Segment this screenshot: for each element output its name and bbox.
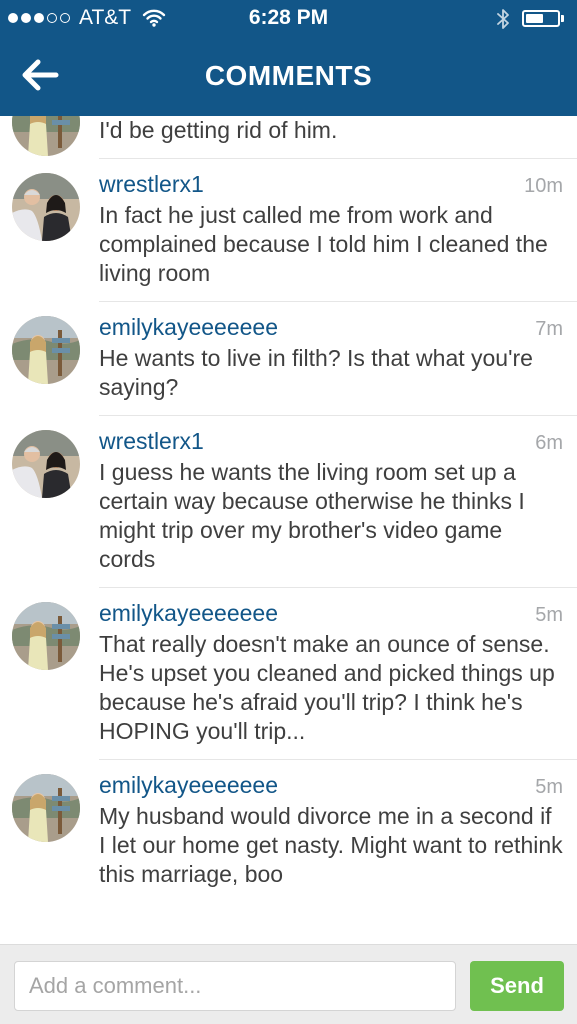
comment-row: I'd be getting rid of him. [0, 116, 577, 159]
avatar[interactable] [12, 430, 80, 498]
comment-row: emilykayeeeeeee 7m He wants to live in fil… [0, 302, 577, 416]
comment-username[interactable]: emilykayeeeeeee [99, 314, 278, 341]
comment-text: I guess he wants the living room set up … [99, 459, 525, 572]
avatar[interactable] [12, 774, 80, 842]
comment-row: emilykayeeeeeee 5m That really doesn't mak… [0, 588, 577, 760]
app-header: AT&T 6:28 PM COMMENTS [0, 0, 577, 116]
comment-header: wrestlerx1 6m [99, 428, 563, 458]
comment-time: 7m [535, 318, 563, 340]
comment-time: 5m [535, 776, 563, 798]
comment-time: 6m [535, 432, 563, 454]
comment-text: I'd be getting rid of him. [99, 117, 338, 143]
comment-time: 10m [524, 175, 563, 197]
page-title: COMMENTS [204, 60, 373, 91]
comment-username[interactable]: wrestlerx1 [99, 428, 204, 455]
comment-header: wrestlerx1 10m [99, 171, 563, 201]
status-time: 6:28 PM [248, 6, 329, 29]
status-bar: AT&T 6:28 PM [0, 0, 577, 38]
comment-text: He wants to live in filth? Is that what … [99, 345, 533, 400]
avatar[interactable] [12, 173, 80, 241]
comment-text: That really doesn't make an ounce of sen… [99, 631, 555, 744]
avatar[interactable] [12, 602, 80, 670]
comment-header: emilykayeeeeeee 5m [99, 772, 563, 802]
comment-input[interactable] [14, 961, 456, 1011]
send-button[interactable]: Send [470, 961, 564, 1011]
avatar[interactable] [12, 316, 80, 384]
comment-text: My husband would divorce me in a second … [99, 803, 563, 887]
comment-text: In fact he just called me from work and … [99, 202, 548, 286]
avatar[interactable] [12, 116, 80, 156]
comment-username[interactable]: emilykayeeeeeee [99, 772, 278, 799]
bluetooth-icon [496, 7, 510, 37]
comment-row: emilykayeeeeeee 5m My husband would divorc… [0, 760, 577, 903]
comment-list[interactable]: I'd be getting rid of him. wrestlerx1 10m I… [0, 116, 577, 944]
comment-row: wrestlerx1 10m In fact he just called me f… [0, 159, 577, 302]
comment-composer: Send [0, 944, 577, 1024]
comment-list-content: I'd be getting rid of him. wrestlerx1 10m I… [0, 116, 577, 903]
comment-header: emilykayeeeeeee 5m [99, 600, 563, 630]
comment-row: wrestlerx1 6m I guess he wants the living … [0, 416, 577, 588]
comment-time: 5m [535, 604, 563, 626]
battery-tip [561, 15, 564, 22]
comment-username[interactable]: wrestlerx1 [99, 171, 204, 198]
battery-icon [522, 10, 560, 27]
comment-header: emilykayeeeeeee 7m [99, 314, 563, 344]
nav-bar: COMMENTS [0, 38, 577, 116]
battery-level [526, 14, 543, 23]
comment-username[interactable]: emilykayeeeeeee [99, 600, 278, 627]
